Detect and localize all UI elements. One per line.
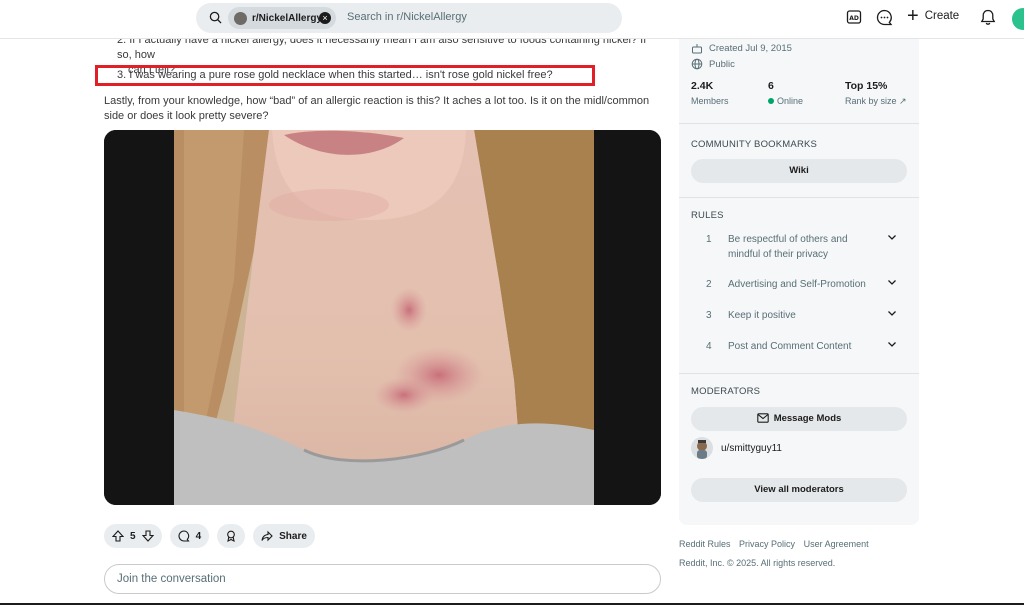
created-text: Created Jul 9, 2015 <box>709 42 792 54</box>
share-button[interactable]: Share <box>253 524 315 548</box>
rank-label[interactable]: Rank by size ↗ <box>845 96 907 107</box>
chevron-down-icon <box>887 277 897 292</box>
footer-copyright: Reddit, Inc. © 2025. All rights reserved… <box>679 558 836 568</box>
footer-links: Reddit Rules Privacy Policy User Agreeme… <box>679 539 875 549</box>
members-value: 2.4K <box>691 80 714 92</box>
chevron-down-icon <box>887 308 897 323</box>
user-avatar[interactable] <box>1012 8 1024 30</box>
bell-icon[interactable] <box>980 9 996 26</box>
downvote-icon[interactable] <box>141 530 154 542</box>
award-button[interactable] <box>217 524 246 548</box>
divider <box>679 123 919 124</box>
moderator-avatar <box>691 437 713 459</box>
message-mods-button[interactable]: Message Mods <box>691 407 907 431</box>
members-label: Members <box>691 96 729 106</box>
rank-label-text: Rank by size <box>845 96 897 106</box>
rule-text: Advertising and Self-Promotion <box>728 279 866 290</box>
create-button[interactable]: + Create <box>907 5 960 27</box>
divider <box>679 373 919 374</box>
rule-item[interactable]: 1 Be respectful of others and mindful of… <box>691 232 907 262</box>
online-label-text: Online <box>777 96 804 106</box>
rule-number: 4 <box>706 341 712 352</box>
community-chip[interactable]: r/NickelAllergy × <box>228 7 336 29</box>
external-link-icon: ↗ <box>899 96 907 106</box>
search-icon <box>209 11 222 24</box>
vote-pill: 5 <box>104 524 162 548</box>
chevron-down-icon <box>887 339 897 354</box>
created-date: Created Jul 9, 2015 <box>691 42 792 54</box>
online-value: 6 <box>768 80 774 92</box>
online-dot-icon <box>768 98 774 104</box>
svg-text:AD: AD <box>849 15 859 22</box>
comment-icon <box>178 530 190 542</box>
visibility-text: Public <box>709 58 735 70</box>
advertise-icon[interactable]: AD <box>846 9 862 25</box>
rule-number: 3 <box>706 310 712 321</box>
rule-text: Be respectful of others and mindful of t… <box>728 234 848 260</box>
rule-text: Post and Comment Content <box>728 341 852 352</box>
plus-icon: + <box>907 5 919 27</box>
chevron-down-icon <box>887 232 897 247</box>
chat-icon[interactable] <box>876 9 893 26</box>
mail-icon <box>756 413 769 423</box>
moderators-title: MODERATORS <box>691 386 761 397</box>
bookmarks-title: COMMUNITY BOOKMARKS <box>691 139 818 150</box>
post-image[interactable] <box>104 130 661 505</box>
rules-title: RULES <box>691 210 724 221</box>
top-bar: r/NickelAllergy × Search in r/NickelAlle… <box>0 0 1024 39</box>
post-actions: 5 4 Share <box>104 524 315 548</box>
cake-icon <box>692 44 702 54</box>
moderator-item[interactable]: u/smittyguy11 <box>691 437 782 459</box>
share-label: Share <box>279 530 307 542</box>
message-mods-label: Message Mods <box>773 413 842 424</box>
neck-rash-photo <box>104 130 661 505</box>
wiki-button[interactable]: Wiki <box>691 159 907 183</box>
footer-link-agreement[interactable]: User Agreement <box>804 539 869 549</box>
online-label: Online <box>768 96 803 106</box>
globe-icon <box>691 58 703 70</box>
rule-text: Keep it positive <box>728 310 796 321</box>
footer-link-rules[interactable]: Reddit Rules <box>679 539 731 549</box>
upvote-icon[interactable] <box>112 530 124 542</box>
community-sidebar: Created Jul 9, 2015 Public 2.4K Members … <box>679 39 919 525</box>
rule-number: 1 <box>706 234 712 245</box>
comment-count: 4 <box>195 530 202 542</box>
search-placeholder: Search in r/NickelAllergy <box>347 11 467 23</box>
award-icon <box>227 530 235 542</box>
comment-input[interactable]: Join the conversation <box>104 564 661 594</box>
vote-count: 5 <box>130 530 136 542</box>
moderator-name: u/smittyguy11 <box>721 442 782 454</box>
divider <box>679 197 919 198</box>
rank-value: Top 15% <box>845 80 888 92</box>
create-label: Create <box>924 10 960 22</box>
visibility: Public <box>691 58 735 70</box>
close-icon[interactable]: × <box>319 12 331 24</box>
footer-link-privacy[interactable]: Privacy Policy <box>739 539 795 549</box>
community-avatar <box>234 11 247 25</box>
highlight-box <box>95 65 595 86</box>
view-all-moderators-button[interactable]: View all moderators <box>691 478 907 502</box>
post-paragraph: Lastly, from your knowledge, how “bad” o… <box>104 95 650 122</box>
share-icon <box>261 530 273 542</box>
rule-number: 2 <box>706 279 712 290</box>
community-chip-label: r/NickelAllergy <box>252 12 323 24</box>
search-bar[interactable]: r/NickelAllergy × Search in r/NickelAlle… <box>196 3 622 33</box>
comments-button[interactable]: 4 <box>169 524 210 548</box>
